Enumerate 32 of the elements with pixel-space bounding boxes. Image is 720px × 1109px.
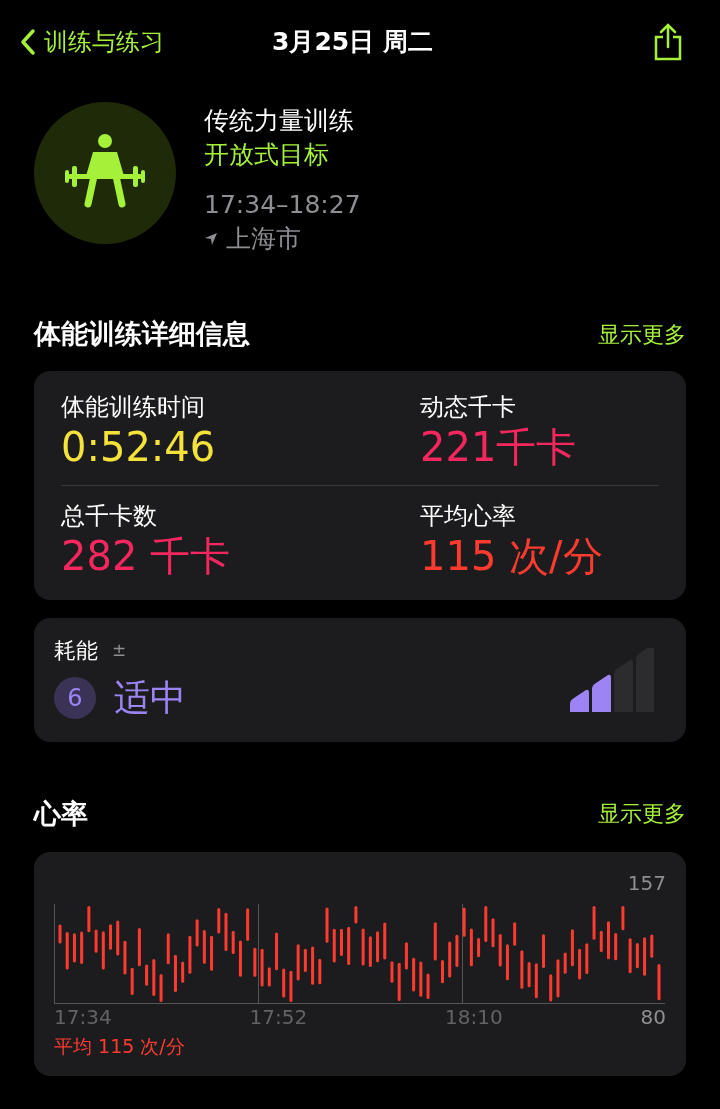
show-more-link[interactable]: 显示更多 — [598, 797, 686, 831]
share-button[interactable] — [652, 23, 684, 61]
effort-label: 耗能 — [54, 637, 98, 665]
axis-time-label: 17:52 — [249, 1004, 309, 1031]
back-button[interactable]: 训练与练习 — [20, 24, 164, 60]
back-chevron-icon — [20, 28, 36, 56]
axis-max-label: 157 — [627, 870, 666, 896]
page-title: 3月25日 周二 — [272, 26, 433, 59]
show-more-link[interactable]: 显示更多 — [598, 317, 686, 351]
workout-time: 17:34–18:27 — [204, 189, 361, 221]
metric-value: 0:52:46 — [61, 422, 217, 471]
metric-label: 总千卡数 — [61, 500, 158, 532]
share-icon — [652, 23, 684, 61]
axis-time-label: 18:10 — [445, 1004, 504, 1031]
metric-value: 282 千卡 — [61, 531, 232, 580]
effort-score: 6 — [54, 677, 96, 719]
effort-rating: 适中 — [114, 676, 186, 720]
metric-label: 动态千卡 — [420, 391, 517, 423]
workout-location: 上海市 — [226, 223, 301, 255]
workout-name: 传统力量训练 — [204, 105, 355, 137]
metric-value: 221千卡 — [420, 422, 578, 471]
axis-time-label: 17:34 — [54, 1004, 113, 1031]
metric-value: 115 次/分 — [420, 531, 604, 580]
metric-label: 平均心率 — [420, 500, 517, 532]
info-icon[interactable]: ± — [112, 637, 127, 664]
workout-goal: 开放式目标 — [204, 139, 330, 171]
section-title: 心率 — [34, 796, 88, 831]
location-arrow-icon — [204, 232, 218, 246]
metric-label: 体能训练时间 — [61, 391, 206, 423]
average-heart-rate: 平均 115 次/分 — [54, 1034, 186, 1059]
section-title: 体能训练详细信息 — [34, 317, 250, 351]
axis-min-label: 80 — [640, 1004, 666, 1031]
